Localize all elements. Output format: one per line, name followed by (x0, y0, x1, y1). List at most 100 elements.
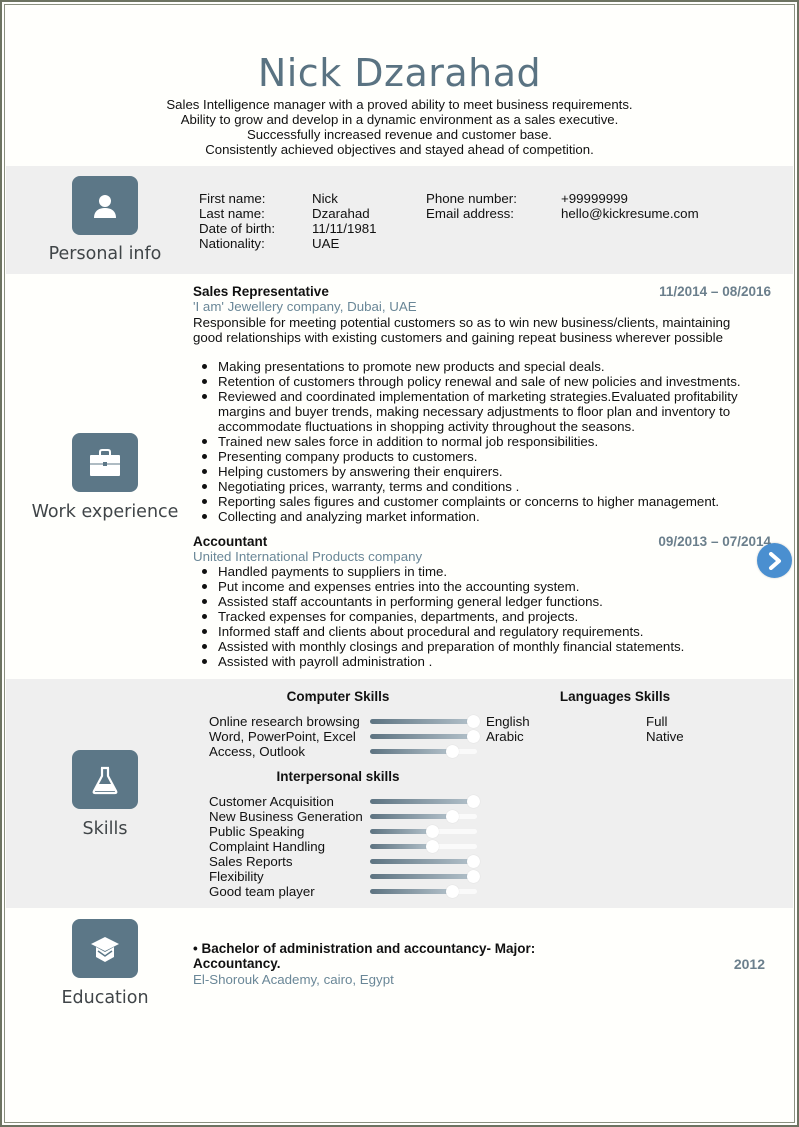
skill-name: Complaint Handling (209, 839, 326, 854)
list-item: Handled payments to suppliers in time. (202, 564, 768, 579)
field-label: Date of birth: (199, 221, 276, 236)
personal-values-left: Nick Dzarahad 11/11/1981 UAE (312, 191, 377, 251)
list-item: Helping customers by answering their enq… (202, 464, 768, 479)
dob-value: 11/11/1981 (312, 221, 377, 236)
personal-labels-left: First name: Last name: Date of birth: Na… (199, 191, 275, 251)
graduation-year: 2012 (733, 956, 765, 972)
skill-row: Complaint Handling (209, 839, 489, 854)
language-name: Arabic (486, 729, 524, 744)
skill-name: Word, PowerPoint, Excel (209, 729, 356, 744)
skill-level-bar (370, 730, 480, 743)
skill-level-fill (370, 859, 473, 864)
skill-level-fill (370, 734, 473, 739)
field-label: Phone number: (426, 191, 517, 206)
skill-level-knob (467, 730, 480, 743)
job-title: Sales Representative (193, 284, 329, 299)
skill-level-bar (370, 840, 477, 853)
skill-level-knob (446, 745, 459, 758)
skill-row: Access, Outlook (209, 744, 489, 759)
skill-name: Online research browsing (209, 714, 360, 729)
skill-level-knob (467, 870, 480, 883)
list-item: Negotiating prices, warranty, terms and … (202, 479, 768, 494)
field-label: Nationality: (199, 236, 265, 251)
skill-level-bar (370, 810, 477, 823)
phone-value: +99999999 (561, 191, 628, 206)
personal-info-section: Personal info First name: Last name: Dat… (6, 166, 793, 274)
skill-level-fill (370, 719, 473, 724)
section-label: Work experience (31, 502, 179, 522)
summary-line: Sales Intelligence manager with a proved… (166, 97, 633, 112)
job-bullets: Making presentations to promote new prod… (202, 359, 768, 524)
resume-header: Nick Dzarahad Sales Intelligence manager… (0, 50, 799, 157)
job-bullets: Handled payments to suppliers in time. P… (202, 564, 768, 669)
skill-level-fill (370, 844, 432, 849)
list-item: Making presentations to promote new prod… (202, 359, 768, 374)
section-label: Skills (82, 819, 128, 839)
skill-level-knob (446, 885, 459, 898)
skill-level-bar (370, 715, 480, 728)
last-name-value: Dzarahad (312, 206, 370, 221)
list-item: Tracked expenses for companies, departme… (202, 609, 768, 624)
job-company: United International Products company (193, 549, 423, 564)
list-item: Presenting company products to customers… (202, 449, 768, 464)
skill-name: Customer Acquisition (209, 794, 334, 809)
skill-name: New Business Generation (209, 809, 363, 824)
field-label: Last name: (199, 206, 265, 221)
field-label: Email address: (426, 206, 514, 221)
skill-row: Good team player (209, 884, 489, 899)
language-name: English (486, 714, 530, 729)
graduation-cap-icon (72, 919, 138, 978)
list-item: Informed staff and clients about procedu… (202, 624, 768, 639)
skill-level-fill (370, 889, 452, 894)
skill-row: Flexibility (209, 869, 489, 884)
school: El-Shorouk Academy, cairo, Egypt (193, 972, 394, 987)
list-item: Assisted staff accountants in performing… (202, 594, 768, 609)
flask-icon (72, 750, 138, 809)
list-item: Assisted with payroll administration . (202, 654, 768, 669)
summary: Sales Intelligence manager with a proved… (0, 97, 799, 157)
first-name-value: Nick (312, 191, 338, 206)
list-item: Collecting and analyzing market informat… (202, 509, 768, 524)
next-page-button[interactable] (757, 543, 792, 578)
skill-level-fill (370, 749, 452, 754)
job-description: Responsible for meeting potential custom… (193, 315, 731, 345)
skill-level-knob (446, 810, 459, 823)
chevron-right-icon (768, 551, 781, 570)
skill-level-knob (467, 715, 480, 728)
job-dates: 09/2013 – 07/2014 (658, 534, 771, 549)
skill-level-knob (426, 825, 439, 838)
list-item: Assisted with monthly closings and prepa… (202, 639, 768, 654)
skill-row: Word, PowerPoint, Excel (209, 729, 489, 744)
section-label: Education (61, 988, 149, 1008)
candidate-name: Nick Dzarahad (257, 51, 542, 95)
list-item: Reporting sales figures and customer com… (202, 494, 768, 509)
summary-line: Successfully increased revenue and custo… (247, 127, 552, 142)
personal-values-right: +99999999 hello@kickresume.com (561, 191, 699, 221)
list-item: Put income and expenses entries into the… (202, 579, 768, 594)
skill-level-bar (370, 870, 480, 883)
job-dates: 11/2014 – 08/2016 (659, 284, 771, 299)
personal-labels-right: Phone number: Email address: (426, 191, 517, 221)
email-value[interactable]: hello@kickresume.com (561, 206, 699, 221)
field-label: First name: (199, 191, 266, 206)
skill-level-fill (370, 829, 432, 834)
language-level: Full (646, 714, 668, 729)
skill-level-bar (370, 855, 480, 868)
list-item: Retention of customers through policy re… (202, 374, 768, 389)
skill-level-knob (426, 840, 439, 853)
list-item: Reviewed and coordinated implementation … (202, 389, 768, 434)
nationality-value: UAE (312, 236, 340, 251)
computer-skills-heading: Computer Skills (286, 689, 390, 704)
skill-level-bar (370, 745, 477, 758)
skill-name: Access, Outlook (209, 744, 306, 759)
person-icon (72, 176, 138, 235)
skill-level-knob (467, 855, 480, 868)
summary-line: Consistently achieved objectives and sta… (205, 142, 594, 157)
language-skills-heading: Languages Skills (559, 689, 671, 704)
skill-level-bar (370, 825, 477, 838)
skill-row: Customer Acquisition (209, 794, 489, 809)
degree: • Bachelor of administration and account… (193, 941, 536, 971)
skill-name: Good team player (209, 884, 315, 899)
skill-row: Public Speaking (209, 824, 489, 839)
language-level: Native (646, 729, 684, 744)
